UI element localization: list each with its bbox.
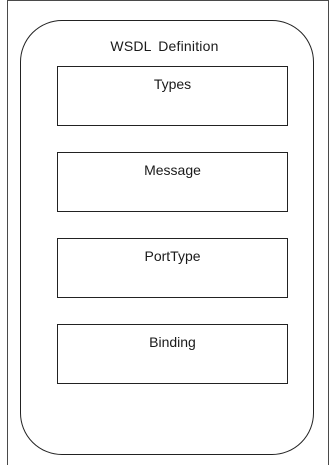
types-box: Types [57, 66, 288, 126]
types-label: Types [153, 76, 192, 92]
porttype-label: PortType [144, 248, 201, 264]
page-frame-left-border [7, 0, 8, 465]
wsdl-definition-title: WSDL Definition [110, 38, 219, 54]
message-label: Message [144, 162, 201, 178]
binding-label: Binding [149, 334, 196, 350]
porttype-box: PortType [57, 238, 288, 298]
page-frame-top-border [7, 0, 329, 1]
message-box: Message [57, 152, 288, 212]
binding-box: Binding [57, 324, 288, 384]
